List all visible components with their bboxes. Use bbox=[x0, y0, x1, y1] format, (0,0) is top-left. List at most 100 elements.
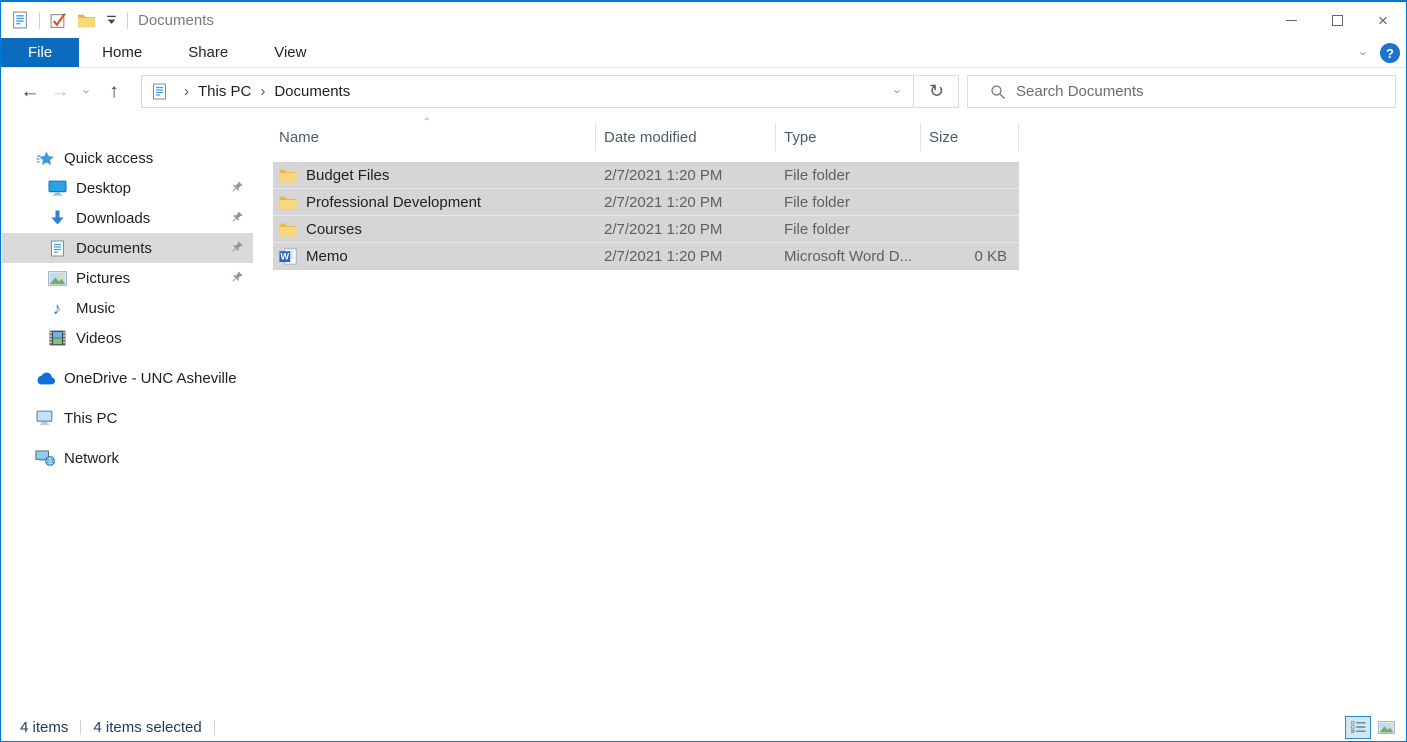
view-toggles bbox=[1345, 716, 1399, 739]
navigation-pane: Quick access Desktop Downloads bbox=[2, 117, 253, 714]
sidebar-label: This PC bbox=[64, 410, 117, 427]
folder-icon bbox=[279, 168, 297, 183]
window-title: Documents bbox=[138, 12, 214, 29]
sidebar-item-network[interactable]: Network bbox=[2, 443, 253, 473]
search-box[interactable] bbox=[967, 75, 1396, 108]
explorer-window: Documents × File Home Share View › ? ← →… bbox=[0, 0, 1407, 742]
up-button[interactable]: ↑ bbox=[99, 81, 129, 103]
breadcrumb-documents[interactable]: Documents bbox=[274, 83, 350, 100]
pin-icon bbox=[230, 181, 243, 198]
breadcrumb-chevron-icon[interactable]: › bbox=[260, 83, 265, 100]
back-button[interactable]: ← bbox=[15, 81, 45, 103]
refresh-button[interactable]: ↻ bbox=[915, 75, 959, 108]
column-header-date-modified[interactable]: Date modified bbox=[596, 123, 776, 151]
documents-page-icon bbox=[46, 240, 68, 257]
film-strip-icon bbox=[46, 330, 68, 346]
sidebar-label: OneDrive - UNC Asheville bbox=[64, 370, 237, 387]
file-list-pane: Name › Date modified Type Size Budget Fi… bbox=[253, 117, 1405, 714]
file-name: Courses bbox=[306, 221, 362, 238]
desktop-monitor-icon bbox=[46, 180, 68, 196]
sidebar-item-pictures[interactable]: Pictures bbox=[2, 263, 253, 293]
checked-box-icon[interactable] bbox=[50, 12, 67, 29]
file-type: File folder bbox=[776, 221, 921, 238]
sidebar-item-music[interactable]: ♪ Music bbox=[2, 293, 253, 323]
navigation-bar: ← → › ↑ › This PC › Documents › ↻ bbox=[1, 68, 1406, 115]
address-bar[interactable]: › This PC › Documents › bbox=[141, 75, 914, 108]
sidebar-item-desktop[interactable]: Desktop bbox=[2, 173, 253, 203]
sidebar-item-quick-access[interactable]: Quick access bbox=[2, 143, 253, 173]
file-date: 2/7/2021 1:20 PM bbox=[596, 194, 776, 211]
file-rows: Budget Files 2/7/2021 1:20 PM File folde… bbox=[273, 162, 1019, 270]
divider bbox=[39, 12, 40, 29]
tab-share[interactable]: Share bbox=[165, 38, 251, 67]
title-bar: Documents × bbox=[1, 2, 1406, 38]
sidebar-label: Desktop bbox=[76, 180, 131, 197]
details-view-button[interactable] bbox=[1345, 716, 1371, 739]
help-button[interactable]: ? bbox=[1380, 43, 1400, 63]
nav-arrows: ← → › ↑ bbox=[15, 68, 129, 115]
sidebar-item-documents[interactable]: Documents bbox=[2, 233, 253, 263]
file-date: 2/7/2021 1:20 PM bbox=[596, 221, 776, 238]
file-row-professional-development[interactable]: Professional Development 2/7/2021 1:20 P… bbox=[273, 189, 1019, 216]
column-header-name[interactable]: Name › bbox=[273, 123, 596, 151]
sidebar-item-downloads[interactable]: Downloads bbox=[2, 203, 253, 233]
download-arrow-icon bbox=[46, 210, 68, 226]
sidebar-label: Network bbox=[64, 450, 119, 467]
column-label: Size bbox=[929, 129, 958, 146]
sidebar-item-videos[interactable]: Videos bbox=[2, 323, 253, 353]
maximize-button[interactable] bbox=[1314, 2, 1360, 38]
onedrive-cloud-icon bbox=[34, 371, 56, 385]
recent-locations-icon[interactable]: › bbox=[75, 84, 99, 99]
folder-icon bbox=[279, 222, 297, 237]
pin-icon bbox=[230, 241, 243, 258]
customize-quick-access-dropdown-icon[interactable] bbox=[106, 15, 117, 25]
tab-view[interactable]: View bbox=[251, 38, 329, 67]
quick-access-toolbar bbox=[1, 11, 128, 29]
expand-ribbon-icon[interactable]: › bbox=[1356, 51, 1371, 55]
selected-count: 4 items selected bbox=[93, 719, 201, 736]
search-input[interactable] bbox=[1016, 76, 1395, 107]
main-area: Quick access Desktop Downloads bbox=[2, 117, 1405, 714]
minimize-button[interactable] bbox=[1268, 2, 1314, 38]
ribbon-right-controls: › ? bbox=[1362, 38, 1400, 68]
folder-icon bbox=[279, 195, 297, 210]
column-header-type[interactable]: Type bbox=[776, 123, 921, 151]
tab-home[interactable]: Home bbox=[79, 38, 165, 67]
address-dropdown-icon[interactable]: › bbox=[883, 84, 913, 99]
file-date: 2/7/2021 1:20 PM bbox=[596, 167, 776, 184]
sidebar-label: Videos bbox=[76, 330, 122, 347]
file-name: Memo bbox=[306, 248, 348, 265]
tab-file[interactable]: File bbox=[1, 38, 79, 67]
item-count: 4 items bbox=[20, 719, 68, 736]
file-row-budget-files[interactable]: Budget Files 2/7/2021 1:20 PM File folde… bbox=[273, 162, 1019, 189]
sidebar-label: Quick access bbox=[64, 150, 153, 167]
svg-text:W: W bbox=[281, 252, 290, 262]
column-label: Date modified bbox=[604, 129, 697, 146]
documents-page-icon bbox=[151, 83, 168, 100]
folder-icon[interactable] bbox=[77, 13, 96, 28]
column-header-size[interactable]: Size bbox=[921, 123, 1019, 151]
sidebar-item-this-pc[interactable]: This PC bbox=[2, 403, 253, 433]
close-icon: × bbox=[1378, 12, 1388, 29]
status-bar: 4 items 4 items selected bbox=[2, 714, 1405, 740]
file-size: 0 KB bbox=[921, 248, 1013, 265]
pin-icon bbox=[230, 211, 243, 228]
breadcrumb-chevron-icon[interactable]: › bbox=[184, 83, 189, 100]
thumbnail-view-icon bbox=[1378, 721, 1395, 734]
sidebar-item-onedrive[interactable]: OneDrive - UNC Asheville bbox=[2, 363, 253, 393]
divider bbox=[80, 720, 81, 735]
sidebar-label: Pictures bbox=[76, 270, 130, 287]
ribbon-tab-bar: File Home Share View › ? bbox=[1, 38, 1406, 68]
minimize-icon bbox=[1286, 20, 1297, 21]
file-type: File folder bbox=[776, 167, 921, 184]
forward-button[interactable]: → bbox=[45, 81, 75, 103]
file-row-courses[interactable]: Courses 2/7/2021 1:20 PM File folder bbox=[273, 216, 1019, 243]
file-row-memo[interactable]: W Memo 2/7/2021 1:20 PM Microsoft Word D… bbox=[273, 243, 1019, 270]
file-explorer-page-icon[interactable] bbox=[11, 11, 29, 29]
close-button[interactable]: × bbox=[1360, 2, 1406, 38]
thumbnail-view-button[interactable] bbox=[1373, 716, 1399, 739]
music-note-icon: ♪ bbox=[46, 300, 68, 317]
sidebar-label: Documents bbox=[76, 240, 152, 257]
word-document-icon: W bbox=[279, 248, 297, 265]
breadcrumb-this-pc[interactable]: This PC bbox=[198, 83, 251, 100]
